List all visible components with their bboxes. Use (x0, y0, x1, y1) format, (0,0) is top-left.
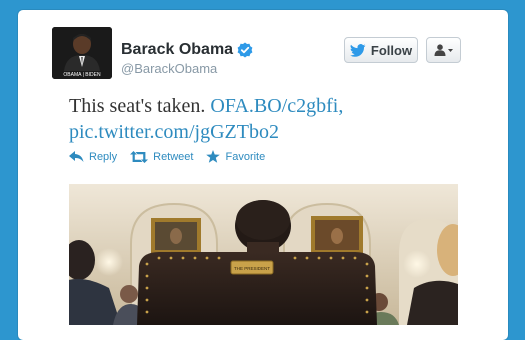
tweet-text: This seat's taken. OFA.BO/c2gbfi, pic.tw… (69, 93, 469, 145)
follow-button-label: Follow (370, 42, 413, 58)
user-dropdown-icon (434, 44, 453, 56)
tweet-photo[interactable]: THE PRESIDENT (69, 184, 458, 325)
verified-badge-icon (237, 42, 253, 58)
avatar-image: OBAMA | BIDEN (52, 27, 112, 79)
favorite-label: Favorite (225, 150, 266, 163)
author-name[interactable]: Barack Obama (121, 41, 233, 59)
tweet-link-ofa[interactable]: OFA.BO/c2gbfi, (210, 95, 343, 117)
follow-button[interactable]: Follow (344, 37, 418, 63)
tweet-link-pic[interactable]: pic.twitter.com/jgGZTbo2 (69, 121, 279, 143)
tweet-text-body: This seat's taken. (69, 95, 206, 117)
reply-action[interactable]: Reply (69, 150, 117, 163)
avatar-caption: OBAMA | BIDEN (63, 72, 101, 78)
user-actions-dropdown[interactable] (426, 37, 461, 63)
favorite-action[interactable]: Favorite (206, 150, 265, 163)
reply-icon (69, 151, 84, 162)
avatar[interactable]: OBAMA | BIDEN (52, 27, 112, 79)
photo-image: THE PRESIDENT (69, 184, 458, 325)
twitter-bird-icon (349, 43, 366, 57)
retweet-label: Retweet (153, 150, 194, 163)
author-handle[interactable]: @BarackObama (121, 61, 217, 76)
tweet-actions: Reply Retweet Favorite (69, 150, 278, 163)
star-icon (206, 150, 221, 163)
retweet-action[interactable]: Retweet (130, 150, 193, 163)
reply-label: Reply (89, 150, 118, 163)
retweet-icon (130, 150, 149, 163)
chair-plaque-text: THE PRESIDENT (234, 266, 270, 271)
